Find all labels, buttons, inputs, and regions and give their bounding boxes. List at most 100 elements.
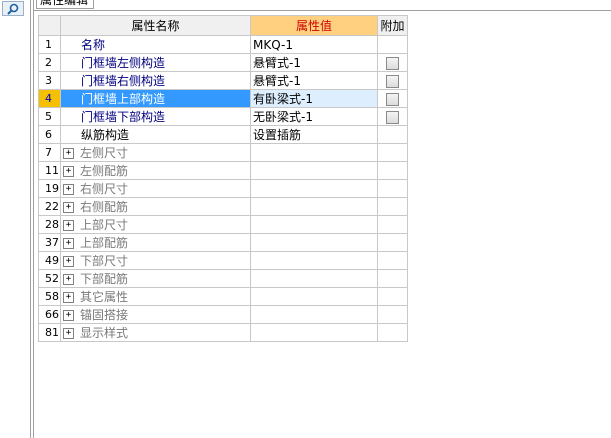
property-value-cell[interactable]: [250, 161, 378, 180]
table-row[interactable]: 3 门框墙右侧构造 悬臂式-1: [38, 71, 408, 90]
property-value-cell[interactable]: 悬臂式-1: [250, 53, 378, 72]
property-value-cell[interactable]: [250, 287, 378, 306]
table-row[interactable]: 7 + 左侧尺寸: [38, 143, 408, 162]
row-number: 6: [38, 125, 61, 144]
table-row[interactable]: 37 + 上部配筋: [38, 233, 408, 252]
row-number: 11: [38, 161, 61, 180]
extra-cell: [377, 143, 408, 162]
extra-cell: [377, 215, 408, 234]
property-name: 左侧配筋: [80, 164, 129, 178]
property-name-cell[interactable]: + 显示样式: [60, 323, 251, 342]
checkbox-icon[interactable]: [386, 74, 399, 88]
property-name-cell[interactable]: 门框墙下部构造: [60, 107, 251, 126]
property-name-cell[interactable]: 纵筋构造: [60, 125, 251, 144]
checkbox-icon[interactable]: [386, 110, 399, 124]
property-name: 下部尺寸: [80, 254, 129, 268]
property-value-cell[interactable]: [250, 269, 378, 288]
property-name-cell[interactable]: + 左侧尺寸: [60, 143, 251, 162]
expand-plus-icon[interactable]: +: [63, 238, 74, 249]
expand-plus-icon[interactable]: +: [63, 202, 74, 213]
expand-plus-icon[interactable]: +: [63, 274, 74, 285]
table-row[interactable]: 6 纵筋构造 设置插筋: [38, 125, 408, 144]
row-number: 81: [38, 323, 61, 342]
expand-plus-icon[interactable]: +: [63, 310, 74, 321]
property-name: 名称: [81, 38, 106, 52]
expand-plus-icon[interactable]: +: [63, 256, 74, 267]
property-name-cell[interactable]: 名称: [60, 35, 251, 54]
tab-property-edit[interactable]: 属性编辑: [36, 0, 94, 9]
table-row[interactable]: 66 + 锚固搭接: [38, 305, 408, 324]
extra-cell: [377, 269, 408, 288]
property-value-cell[interactable]: [250, 305, 378, 324]
expand-plus-icon[interactable]: +: [63, 328, 74, 339]
property-value-cell[interactable]: [250, 323, 378, 342]
table-row[interactable]: 81 + 显示样式: [38, 323, 408, 342]
extra-cell[interactable]: [377, 89, 408, 108]
property-value-cell[interactable]: [250, 197, 378, 216]
property-value-cell[interactable]: [250, 251, 378, 270]
row-number: 5: [38, 107, 61, 126]
property-value-cell[interactable]: 设置插筋: [250, 125, 378, 144]
table-row[interactable]: 5 门框墙下部构造 无卧梁式-1: [38, 107, 408, 126]
checkbox-icon[interactable]: [386, 56, 399, 70]
table-row[interactable]: 19 + 右侧尺寸: [38, 179, 408, 198]
table-row[interactable]: 22 + 右侧配筋: [38, 197, 408, 216]
property-name-cell[interactable]: + 下部尺寸: [60, 251, 251, 270]
row-number: 3: [38, 71, 61, 90]
property-name-cell[interactable]: 门框墙右侧构造: [60, 71, 251, 90]
panel-divider: [33, 0, 34, 438]
table-row[interactable]: 52 + 下部配筋: [38, 269, 408, 288]
property-name-cell[interactable]: + 下部配筋: [60, 269, 251, 288]
table-row[interactable]: 4 门框墙上部构造 有卧梁式-1: [38, 89, 408, 108]
property-name-cell[interactable]: + 右侧配筋: [60, 197, 251, 216]
table-row[interactable]: 58 + 其它属性: [38, 287, 408, 306]
property-name: 门框墙上部构造: [81, 92, 166, 106]
extra-cell: [377, 287, 408, 306]
row-number: 49: [38, 251, 61, 270]
header-value[interactable]: 属性值: [250, 15, 378, 36]
row-number: 52: [38, 269, 61, 288]
property-name-cell[interactable]: + 锚固搭接: [60, 305, 251, 324]
table-row[interactable]: 11 + 左侧配筋: [38, 161, 408, 180]
expand-plus-icon[interactable]: +: [63, 184, 74, 195]
property-value-cell[interactable]: 悬臂式-1: [250, 71, 378, 90]
property-name-cell[interactable]: + 右侧尺寸: [60, 179, 251, 198]
property-name-cell[interactable]: + 上部配筋: [60, 233, 251, 252]
search-button[interactable]: [2, 1, 24, 16]
header-name[interactable]: 属性名称: [60, 15, 251, 36]
property-name-cell[interactable]: + 上部尺寸: [60, 215, 251, 234]
property-name: 其它属性: [80, 290, 129, 304]
property-name: 显示样式: [80, 326, 129, 340]
property-name: 左侧尺寸: [80, 146, 129, 160]
table-row[interactable]: 49 + 下部尺寸: [38, 251, 408, 270]
left-panel: [0, 0, 31, 438]
property-value-cell[interactable]: MKQ-1: [250, 35, 378, 54]
extra-cell[interactable]: [377, 107, 408, 126]
property-value-cell[interactable]: [250, 215, 378, 234]
extra-cell[interactable]: [377, 53, 408, 72]
property-value-cell[interactable]: [250, 233, 378, 252]
expand-plus-icon[interactable]: +: [63, 148, 74, 159]
property-value-cell[interactable]: 有卧梁式-1: [250, 89, 378, 108]
header-extra[interactable]: 附加: [377, 15, 408, 36]
row-number: 66: [38, 305, 61, 324]
expand-plus-icon[interactable]: +: [63, 166, 74, 177]
table-row[interactable]: 28 + 上部尺寸: [38, 215, 408, 234]
expand-plus-icon[interactable]: +: [63, 220, 74, 231]
table-row[interactable]: 1 名称 MKQ-1: [38, 35, 408, 54]
header-row: 属性名称 属性值 附加: [38, 15, 408, 36]
property-name-cell[interactable]: + 左侧配筋: [60, 161, 251, 180]
property-name-cell[interactable]: 门框墙上部构造: [60, 89, 251, 108]
extra-cell[interactable]: [377, 71, 408, 90]
table-row[interactable]: 2 门框墙左侧构造 悬臂式-1: [38, 53, 408, 72]
property-value-cell[interactable]: 无卧梁式-1: [250, 107, 378, 126]
property-name-cell[interactable]: 门框墙左侧构造: [60, 53, 251, 72]
expand-plus-icon[interactable]: +: [63, 292, 74, 303]
property-value-cell[interactable]: [250, 179, 378, 198]
row-number: 2: [38, 53, 61, 72]
property-name: 纵筋构造: [81, 128, 130, 142]
row-number: 37: [38, 233, 61, 252]
property-value-cell[interactable]: [250, 143, 378, 162]
property-name-cell[interactable]: + 其它属性: [60, 287, 251, 306]
checkbox-icon[interactable]: [386, 92, 399, 106]
